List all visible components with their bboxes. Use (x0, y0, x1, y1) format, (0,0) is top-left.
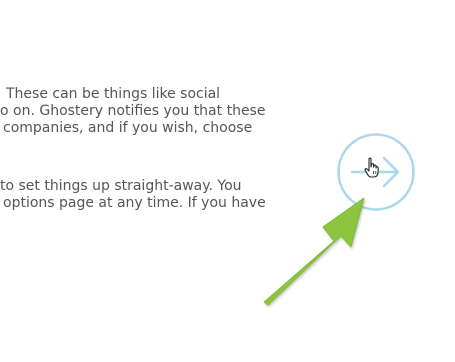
intro-text-line-2: o on. Ghostery notifies you that these (0, 103, 266, 119)
intro-text-line-4: to set things up straight-away. You (0, 178, 242, 194)
intro-text-line-1: These can be things like social (6, 86, 221, 102)
intro-text-line-3: companies, and if you wish, choose (3, 120, 253, 136)
next-button[interactable] (337, 133, 415, 211)
intro-text-line-5: options page at any time. If you have (3, 195, 266, 211)
ghostery-walkthrough-page: These can be things like social o on. Gh… (0, 0, 455, 362)
